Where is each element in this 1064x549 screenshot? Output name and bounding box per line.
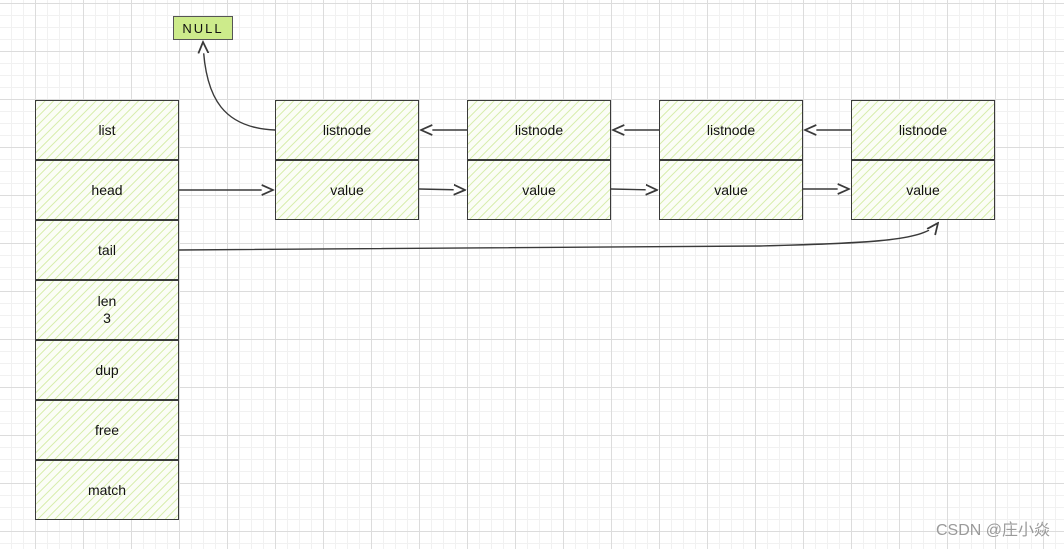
- arrow-tail-to-node4: [178, 223, 938, 251]
- arrow-node1-to-null: [203, 42, 276, 131]
- watermark: CSDN @庄小焱: [935, 522, 1050, 539]
- arrow-node2-to-node3: [610, 189, 657, 190]
- arrow-node1-to-node2: [418, 189, 465, 190]
- connectors: [178, 0, 1064, 251]
